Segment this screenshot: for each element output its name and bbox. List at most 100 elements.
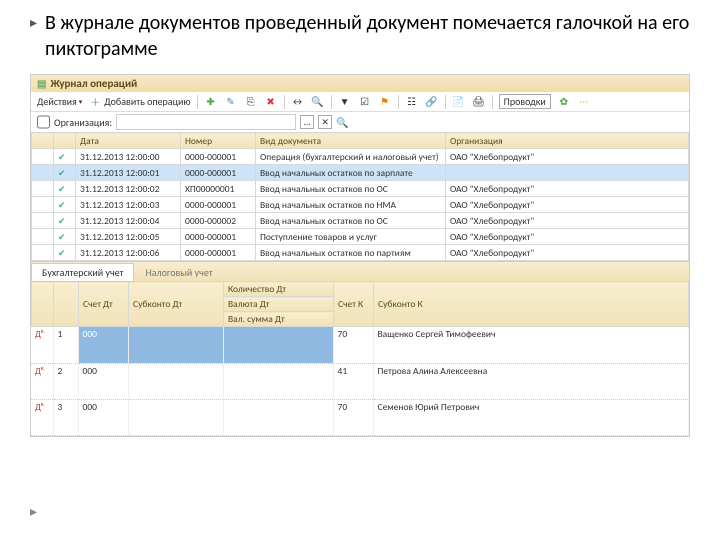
slide-nav-icon: ▸ [30,503,37,520]
table-row[interactable]: ✔ 31.12.2013 12:00:010000-000001Ввод нача… [32,165,689,181]
entries-grid[interactable]: Дᴷ100070Ващенко Сергей ТимофеевичДᴷ20004… [31,327,689,436]
delete-icon[interactable]: ✖ [264,95,278,109]
col-doctype[interactable]: Вид документа [256,133,446,149]
mark-icon[interactable]: ⚑ [378,95,392,109]
cell-date: 31.12.2013 12:00:01 [76,165,181,181]
edit-icon[interactable]: ✎ [224,95,238,109]
select-org-button[interactable]: ✕ [318,115,332,129]
hdr-sum-dt[interactable]: Вал. сумма Дт [224,312,334,327]
cell-num: 0000-000001 [181,165,256,181]
actions-menu[interactable]: Действия▾ [37,95,82,108]
entry-dt-icon: Дᴷ [35,402,44,413]
table-row[interactable]: ✔31.12.2013 12:00:050000-000001Поступлен… [32,229,689,245]
posted-doc-icon: ✔ [58,200,66,211]
tab-tax[interactable]: Налоговый учет [134,263,223,282]
report-icon[interactable]: 📄 [452,95,466,109]
posted-doc-icon: ✔ [58,184,66,195]
posted-doc-icon: ✔ [58,248,66,259]
posted-doc-icon: ✔ [58,232,66,243]
org-filter-label: Организация: [54,116,112,129]
cell-doc: Ввод начальных остатков по НМА [256,197,446,213]
entry-n: 3 [53,399,78,417]
more-icon[interactable]: ⋯ [577,95,591,109]
cell-date: 31.12.2013 12:00:03 [76,197,181,213]
app-window: ▤ Журнал операций Действия▾ ＋Добавить оп… [30,74,690,437]
org-filter-input[interactable] [116,114,296,130]
documents-grid[interactable]: Дата Номер Вид документа Организация ✔ 31… [31,132,689,261]
cell-num: 0000-000001 [181,245,256,261]
hdr-sub-kt[interactable]: Субконто К [374,282,689,327]
table-row[interactable]: ✔31.12.2013 12:00:040000-000002Ввод нача… [32,213,689,229]
entry-dt-icon: Дᴷ [35,329,44,340]
col-date[interactable]: Дата [76,133,181,149]
provodki-button[interactable]: Проводки [499,94,551,109]
entry-acc-dt: 000 [78,399,128,417]
window-title: Журнал операций [50,77,137,90]
entry-n: 1 [53,327,78,345]
clear-filter-button[interactable]: … [300,115,314,129]
toolbar: Действия▾ ＋Добавить операцию ✚ ✎ ⎘ ✖ ↔ 🔍… [31,92,689,112]
cell-org: ОАО "Хлебопродукт" [446,149,689,165]
entry-row[interactable]: Дᴷ200041Петрова Алина Алексеевна [31,363,689,381]
hdr-sub-dt[interactable]: Субконто Дт [129,282,224,327]
table-row[interactable]: ✔ 31.12.2013 12:00:02ХП00000001Ввод начал… [32,181,689,197]
journal-icon: ▤ [37,77,46,90]
entry-dt-icon: Дᴷ [35,366,44,377]
cell-org: ОАО "Хлебопродукт" [446,213,689,229]
add-operation-button[interactable]: ＋Добавить операцию [88,95,190,109]
lower-tabs: Бухгалтерский учет Налоговый учет [31,261,689,281]
cell-org [446,165,689,181]
entry-n: 2 [53,363,78,381]
entry-row[interactable]: Дᴷ100070Ващенко Сергей Тимофеевич [31,327,689,345]
cell-org: ОАО "Хлебопродукт" [446,197,689,213]
entry-row[interactable]: Дᴷ300070Семенов Юрий Петрович [31,399,689,417]
cell-doc: Ввод начальных остатков по ОС [256,181,446,197]
cell-num: ХП00000001 [181,181,256,197]
posted-doc-icon: ✔ [58,168,66,179]
select-icon[interactable]: ☑ [358,95,372,109]
tree-icon[interactable]: ☷ [405,95,419,109]
cell-org: ОАО "Хлебопродукт" [446,245,689,261]
col-org[interactable]: Организация [446,133,689,149]
link-icon[interactable]: 🔗 [425,95,439,109]
print-icon[interactable]: 🖨 [472,95,486,109]
plus-icon: ＋ [88,95,102,109]
entry-sub-kt: Семенов Юрий Петрович [373,399,689,417]
refresh-icon[interactable]: ↔ [291,95,305,109]
cell-doc: Операция (бухгалтерский и налоговый учет… [256,149,446,165]
slide-text: В журнале документов проведенный докумен… [45,10,690,62]
settings-icon[interactable]: ✿ [557,95,571,109]
cell-date: 31.12.2013 12:00:02 [76,181,181,197]
copy-icon[interactable]: ⎘ [244,95,258,109]
entries-header: Счет Дт Субконто Дт Количество Дт Счет К… [31,281,689,327]
titlebar: ▤ Журнал операций [31,75,689,92]
cell-doc: Ввод начальных остатков по партиям [256,245,446,261]
bullet-icon: ▸ [30,14,37,31]
table-row[interactable]: ✔ 31.12.2013 12:00:030000-000001Ввод нача… [32,197,689,213]
cell-org: ОАО "Хлебопродукт" [446,229,689,245]
cell-date: 31.12.2013 12:00:04 [76,213,181,229]
hdr-cur-dt[interactable]: Валюта Дт [224,297,334,312]
posted-doc-icon: ✔ [58,216,66,227]
add-icon[interactable]: ✚ [204,95,218,109]
table-row[interactable]: ✔31.12.2013 12:00:000000-000001Операция … [32,149,689,165]
cell-doc: Ввод начальных остатков по ОС [256,213,446,229]
col-number[interactable]: Номер [181,133,256,149]
posted-doc-icon: ✔ [58,152,66,163]
org-lookup-icon[interactable]: 🔍 [336,116,348,129]
cell-date: 31.12.2013 12:00:05 [76,229,181,245]
find-icon[interactable]: 🔍 [311,95,325,109]
filter-icon[interactable]: ▼ [338,95,352,109]
cell-num: 0000-000001 [181,229,256,245]
tab-accounting[interactable]: Бухгалтерский учет [31,263,134,282]
org-filter-checkbox[interactable] [37,114,50,130]
cell-date: 31.12.2013 12:00:00 [76,149,181,165]
cell-date: 31.12.2013 12:00:06 [76,245,181,261]
hdr-acc-dt[interactable]: Счет Дт [79,282,129,327]
hdr-qty-dt[interactable]: Количество Дт [224,282,334,297]
cell-doc: Ввод начальных остатков по зарплате [256,165,446,181]
entry-sub-kt: Петрова Алина Алексеевна [373,363,689,381]
hdr-acc-kt[interactable]: Счет К [334,282,374,327]
cell-num: 0000-000001 [181,197,256,213]
table-row[interactable]: ✔ 31.12.2013 12:00:060000-000001Ввод нача… [32,245,689,261]
